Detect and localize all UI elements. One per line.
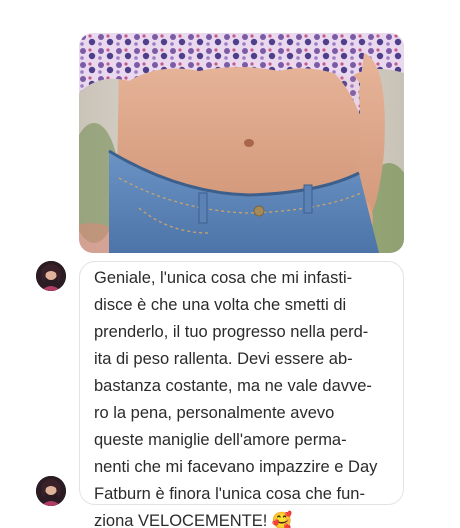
message-line: queste maniglie dell'amore perma-	[94, 431, 347, 449]
message-line: Geniale, l'unica cosa che mi infasti-	[94, 269, 353, 287]
message-line: ziona VELOCEMENTE! 🥰	[94, 512, 293, 528]
message-line: Fatburn è finora l'unica cosa che fun-	[94, 485, 365, 503]
message-bubble: Geniale, l'unica cosa che mi infasti- di…	[79, 261, 404, 528]
message-line: nenti che mi facevano impazzire e Day	[94, 458, 378, 476]
message-line: bastanza costante, ma ne vale davve-	[94, 377, 372, 395]
user-avatar[interactable]	[36, 261, 66, 291]
message-line: ro la pena, personalmente avevo	[94, 404, 335, 422]
message-line: disce è che una volta che smetti di	[94, 296, 347, 314]
message-line: prenderlo, il tuo progresso nella perd-	[94, 323, 369, 341]
shared-photo[interactable]	[79, 33, 404, 253]
message-line: ita di peso rallenta. Devi essere ab-	[94, 350, 353, 368]
photo-image	[79, 33, 404, 253]
user-avatar[interactable]	[36, 476, 66, 506]
